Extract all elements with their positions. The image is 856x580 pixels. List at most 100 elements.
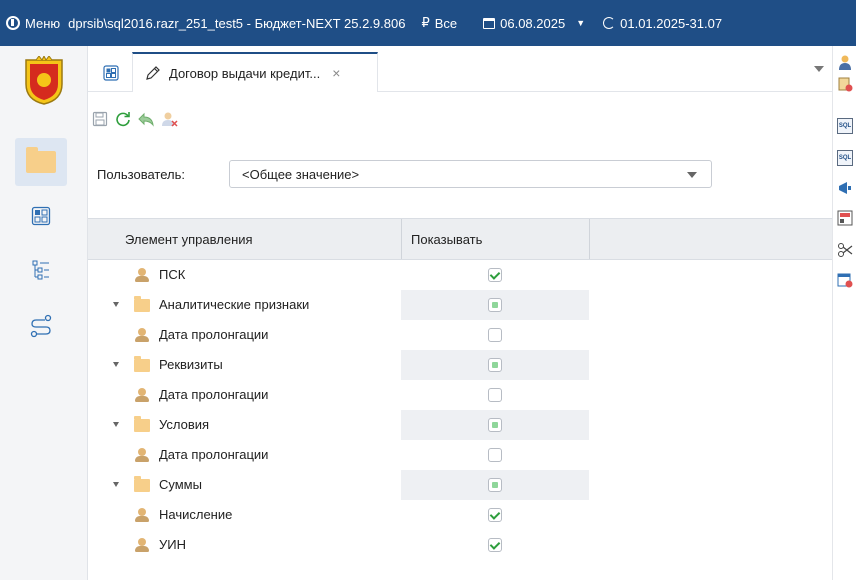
undo-icon xyxy=(138,112,154,127)
show-checkbox[interactable] xyxy=(488,538,502,552)
sidebar-item-layout[interactable] xyxy=(15,192,67,240)
save-button[interactable] xyxy=(90,109,110,129)
show-checkbox[interactable] xyxy=(488,268,502,282)
column-separator xyxy=(589,219,590,259)
table-row[interactable]: Аналитические признаки xyxy=(88,290,832,320)
row-label: Дата пролонгации xyxy=(159,327,269,342)
left-sidebar xyxy=(0,46,88,580)
column-header-show[interactable]: Показывать xyxy=(411,219,482,259)
folder-icon xyxy=(134,296,150,312)
table-row[interactable]: ПСК xyxy=(88,260,832,290)
announce-icon[interactable] xyxy=(837,180,853,196)
tabs-dropdown-icon[interactable] xyxy=(814,66,824,72)
row-label: Реквизиты xyxy=(159,357,223,372)
undo-button[interactable] xyxy=(136,109,156,129)
chevron-down-icon: ▼ xyxy=(576,18,586,28)
tab-bar: Договор выдачи кредит... × xyxy=(88,46,832,92)
filter-label: Все xyxy=(434,15,458,31)
currency-filter[interactable]: ₽ Все xyxy=(421,15,457,31)
table-row[interactable]: Дата пролонгации xyxy=(88,440,832,470)
refresh-icon xyxy=(116,112,130,127)
layout-icon xyxy=(31,206,51,226)
column-header-element[interactable]: Элемент управления xyxy=(125,219,253,259)
show-cell xyxy=(401,320,589,350)
remove-icon[interactable] xyxy=(837,272,853,288)
period-selector[interactable]: 01.01.2025-31.07 xyxy=(603,16,722,31)
right-toolbar: SQL SQL xyxy=(832,46,856,580)
collapse-arrow-icon[interactable] xyxy=(113,422,119,427)
show-cell xyxy=(401,530,589,560)
table-row[interactable]: Начисление xyxy=(88,500,832,530)
table-row[interactable]: Дата пролонгации xyxy=(88,380,832,410)
clock-icon xyxy=(603,17,616,29)
record-icon[interactable] xyxy=(837,210,853,226)
ruble-icon: ₽ xyxy=(421,15,430,30)
sql-icon[interactable]: SQL xyxy=(837,118,853,134)
row-label: ПСК xyxy=(159,267,186,282)
tab-credit-agreement[interactable]: Договор выдачи кредит... × xyxy=(132,52,378,92)
sidebar-item-tree[interactable] xyxy=(15,246,67,294)
folder-icon xyxy=(134,416,150,432)
show-cell xyxy=(401,260,589,290)
sidebar-item-routes[interactable] xyxy=(15,302,67,350)
folder-icon xyxy=(26,147,56,173)
tab-home[interactable] xyxy=(96,58,126,88)
user-filter-row: Пользователь: <Общее значение> xyxy=(97,160,712,188)
collapse-arrow-icon[interactable] xyxy=(113,482,119,487)
user-select-value: <Общее значение> xyxy=(242,166,360,182)
refresh-button[interactable] xyxy=(113,109,133,129)
user-icon xyxy=(134,327,150,343)
title-bar: Меню dprsib\sql2016.razr_251_test5 - Бюд… xyxy=(0,0,856,46)
show-cell xyxy=(401,380,589,410)
grid-header: Элемент управления Показывать xyxy=(88,218,832,260)
sql-icon[interactable]: SQL xyxy=(837,150,853,166)
table-row[interactable]: Реквизиты xyxy=(88,350,832,380)
show-checkbox[interactable] xyxy=(488,478,502,492)
show-checkbox[interactable] xyxy=(488,388,502,402)
show-checkbox[interactable] xyxy=(488,508,502,522)
collapse-arrow-icon[interactable] xyxy=(113,302,119,307)
row-label: Дата пролонгации xyxy=(159,447,269,462)
show-cell xyxy=(401,290,589,320)
toolbar xyxy=(88,108,179,130)
show-checkbox[interactable] xyxy=(488,328,502,342)
date-value: 06.08.2025 xyxy=(500,15,566,31)
table-row[interactable]: Суммы xyxy=(88,470,832,500)
user-select[interactable]: <Общее значение> xyxy=(229,160,712,188)
pencil-icon xyxy=(146,66,160,80)
folder-icon xyxy=(134,476,150,492)
user-icon xyxy=(134,507,150,523)
collapse-arrow-icon[interactable] xyxy=(113,362,119,367)
calendar-icon xyxy=(483,17,496,29)
show-cell xyxy=(401,350,589,380)
menu-label: Меню xyxy=(25,15,61,31)
row-label: Аналитические признаки xyxy=(159,297,310,312)
user-delete-icon xyxy=(162,112,178,127)
column-separator xyxy=(401,219,402,259)
table-row[interactable]: Условия xyxy=(88,410,832,440)
save-icon xyxy=(92,111,108,127)
scissors-icon[interactable] xyxy=(837,242,853,258)
show-checkbox[interactable] xyxy=(488,358,502,372)
table-row[interactable]: Дата пролонгации xyxy=(88,320,832,350)
show-checkbox[interactable] xyxy=(488,298,502,312)
remove-user-button[interactable] xyxy=(159,109,179,129)
connection-path: dprsib\sql2016.razr_251_test5 - Бюджет-N… xyxy=(68,15,406,31)
sidebar-item-documents[interactable] xyxy=(15,138,67,186)
folder-icon xyxy=(134,356,150,372)
chevron-down-icon xyxy=(687,172,697,178)
show-checkbox[interactable] xyxy=(488,418,502,432)
layout-icon xyxy=(103,65,119,81)
close-icon[interactable]: × xyxy=(332,65,340,81)
row-label: Условия xyxy=(159,417,210,432)
show-cell xyxy=(401,470,589,500)
menu-button[interactable]: Меню xyxy=(6,16,60,31)
lock-icon[interactable] xyxy=(837,76,853,92)
table-row[interactable]: УИН xyxy=(88,530,832,560)
show-checkbox[interactable] xyxy=(488,448,502,462)
route-icon xyxy=(30,314,52,338)
row-label: Начисление xyxy=(159,507,233,522)
user-icon[interactable] xyxy=(837,54,853,70)
user-icon xyxy=(134,447,150,463)
date-selector[interactable]: 06.08.2025 ▼ xyxy=(483,16,585,31)
